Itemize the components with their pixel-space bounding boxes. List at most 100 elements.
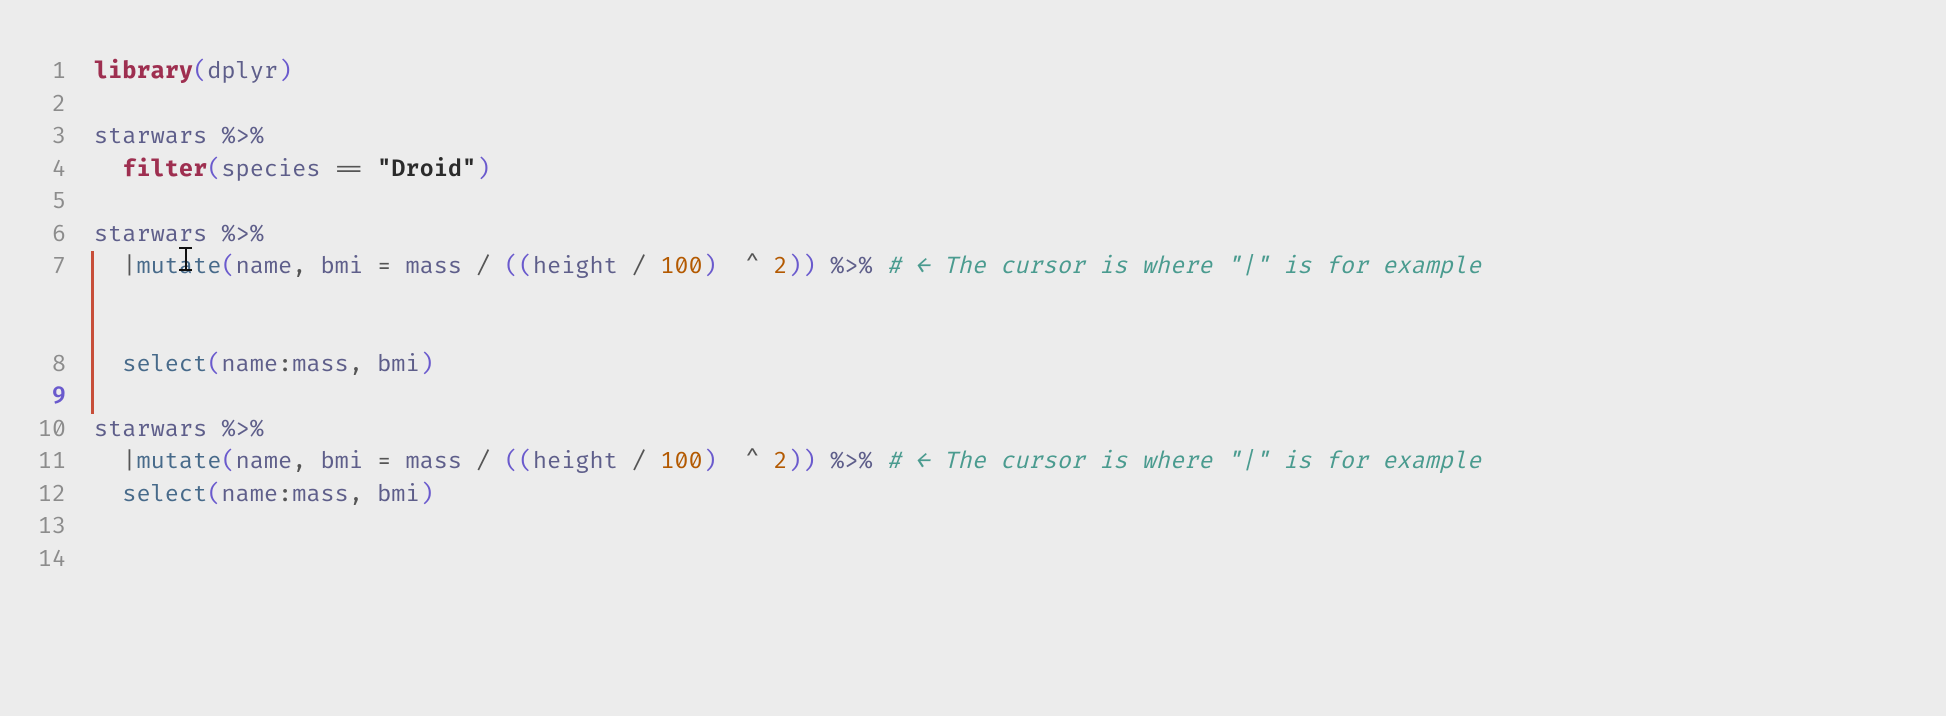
code-line[interactable]: 10 starwars %>% bbox=[0, 414, 1946, 447]
token-operator: / bbox=[632, 253, 646, 281]
code-line[interactable]: 13 bbox=[0, 511, 1946, 544]
line-number: 5 bbox=[0, 186, 94, 219]
git-modified-gutter bbox=[91, 381, 94, 414]
code-line[interactable]: 12 select(name:mass, bmi) bbox=[0, 479, 1946, 512]
code-line[interactable]: 8 select(name:mass, bmi) bbox=[0, 349, 1946, 382]
token-identifier: bmi bbox=[321, 448, 363, 476]
code-line[interactable]: 9 bbox=[0, 381, 1946, 414]
token-identifier: bmi bbox=[377, 481, 419, 509]
code-line[interactable]: 2 bbox=[0, 89, 1946, 122]
token-paren: ( bbox=[207, 351, 221, 379]
token-identifier: name bbox=[236, 448, 293, 476]
code-content[interactable]: |mutate(name, bmi = mass / ((height / 10… bbox=[94, 446, 1481, 479]
code-line[interactable]: 3 starwars %>% bbox=[0, 121, 1946, 154]
token-identifier: name bbox=[236, 253, 293, 281]
token-identifier: height bbox=[533, 253, 618, 281]
token-identifier: mass bbox=[292, 481, 349, 509]
line-number: 12 bbox=[0, 479, 94, 512]
token-comma: , bbox=[349, 351, 363, 379]
token-operator: = bbox=[377, 448, 391, 476]
token-operator: = bbox=[377, 253, 391, 281]
token-paren: ) bbox=[788, 253, 802, 281]
code-line[interactable]: 1 library(dplyr) bbox=[0, 56, 1946, 89]
token-paren: ) bbox=[476, 156, 490, 184]
code-content[interactable]: |mutate(name, bmi = mass / ((height / 10… bbox=[94, 251, 1481, 349]
code-line[interactable]: 7 |mutate(name, bmi = mass / ((height / … bbox=[0, 251, 1946, 349]
token-paren: ( bbox=[519, 253, 533, 281]
line-number: 7 bbox=[0, 251, 94, 284]
line-number: 3 bbox=[0, 121, 94, 154]
line-number-active: 9 bbox=[0, 381, 94, 414]
token-function: filter bbox=[122, 156, 207, 184]
token-identifier: dplyr bbox=[207, 58, 278, 86]
line-number: 2 bbox=[0, 89, 94, 122]
token-function: mutate bbox=[136, 253, 221, 281]
token-paren: ) bbox=[278, 58, 292, 86]
token-comma: , bbox=[292, 253, 306, 281]
token-number: 100 bbox=[660, 448, 702, 476]
code-content[interactable]: starwars %>% bbox=[94, 121, 264, 154]
line-number: 10 bbox=[0, 414, 94, 447]
code-content[interactable]: select(name:mass, bmi) bbox=[94, 479, 434, 512]
code-line[interactable]: 11 |mutate(name, bmi = mass / ((height /… bbox=[0, 446, 1946, 479]
token-paren: ) bbox=[802, 253, 816, 281]
token-paren: ) bbox=[420, 481, 434, 509]
token-function: select bbox=[122, 481, 207, 509]
token-identifier: species bbox=[221, 156, 320, 184]
cursor-marker: | bbox=[122, 448, 136, 476]
code-content[interactable]: select(name:mass, bmi) bbox=[94, 349, 434, 382]
token-identifier: starwars bbox=[94, 123, 207, 151]
token-colon: : bbox=[278, 351, 292, 379]
line-number: 8 bbox=[0, 349, 94, 382]
token-paren: ) bbox=[420, 351, 434, 379]
token-comma: , bbox=[292, 448, 306, 476]
token-paren: ) bbox=[703, 253, 717, 281]
token-identifier: mass bbox=[292, 351, 349, 379]
token-comment: # ← The cursor is where "|" is for examp… bbox=[887, 448, 1481, 476]
token-paren: ( bbox=[207, 481, 221, 509]
token-operator: / bbox=[476, 253, 490, 281]
token-comma: , bbox=[349, 481, 363, 509]
token-comment: # ← The cursor is where "|" is for examp… bbox=[887, 253, 1481, 281]
token-pipe: %>% bbox=[830, 448, 872, 476]
cursor-marker: | bbox=[122, 253, 136, 281]
token-string: "Droid" bbox=[377, 156, 476, 184]
code-line[interactable]: 14 bbox=[0, 544, 1946, 577]
token-identifier: bmi bbox=[321, 253, 363, 281]
token-paren: ( bbox=[221, 448, 235, 476]
code-content[interactable]: starwars %>% bbox=[94, 219, 264, 252]
token-colon: : bbox=[278, 481, 292, 509]
token-pipe: %>% bbox=[221, 416, 263, 444]
token-pipe: %>% bbox=[221, 123, 263, 151]
line-number: 4 bbox=[0, 154, 94, 187]
token-number: 2 bbox=[774, 253, 788, 281]
token-function: mutate bbox=[136, 448, 221, 476]
token-paren: ) bbox=[703, 448, 717, 476]
code-line[interactable]: 5 bbox=[0, 186, 1946, 219]
token-operator: == bbox=[335, 156, 363, 184]
token-pipe: %>% bbox=[830, 253, 872, 281]
token-paren: ( bbox=[505, 448, 519, 476]
code-content[interactable]: starwars %>% bbox=[94, 414, 264, 447]
code-content[interactable]: library(dplyr) bbox=[94, 56, 292, 89]
line-number: 11 bbox=[0, 446, 94, 479]
code-line[interactable]: 4 filter(species == "Droid") bbox=[0, 154, 1946, 187]
line-number: 14 bbox=[0, 544, 94, 577]
token-keyword: library bbox=[94, 58, 193, 86]
token-identifier: mass bbox=[405, 253, 462, 281]
token-paren: ) bbox=[802, 448, 816, 476]
token-function: select bbox=[122, 351, 207, 379]
token-paren: ( bbox=[505, 253, 519, 281]
token-operator: / bbox=[476, 448, 490, 476]
line-number: 13 bbox=[0, 511, 94, 544]
token-identifier: name bbox=[221, 481, 278, 509]
code-line[interactable]: 6 starwars %>% bbox=[0, 219, 1946, 252]
token-number: 2 bbox=[774, 448, 788, 476]
token-paren: ( bbox=[221, 253, 235, 281]
code-content[interactable]: filter(species == "Droid") bbox=[94, 154, 490, 187]
token-paren: ( bbox=[193, 58, 207, 86]
code-editor[interactable]: 1 library(dplyr) 2 3 starwars %>% 4 filt… bbox=[0, 0, 1946, 576]
token-pipe: %>% bbox=[221, 221, 263, 249]
token-identifier: bmi bbox=[377, 351, 419, 379]
token-paren: ) bbox=[788, 448, 802, 476]
